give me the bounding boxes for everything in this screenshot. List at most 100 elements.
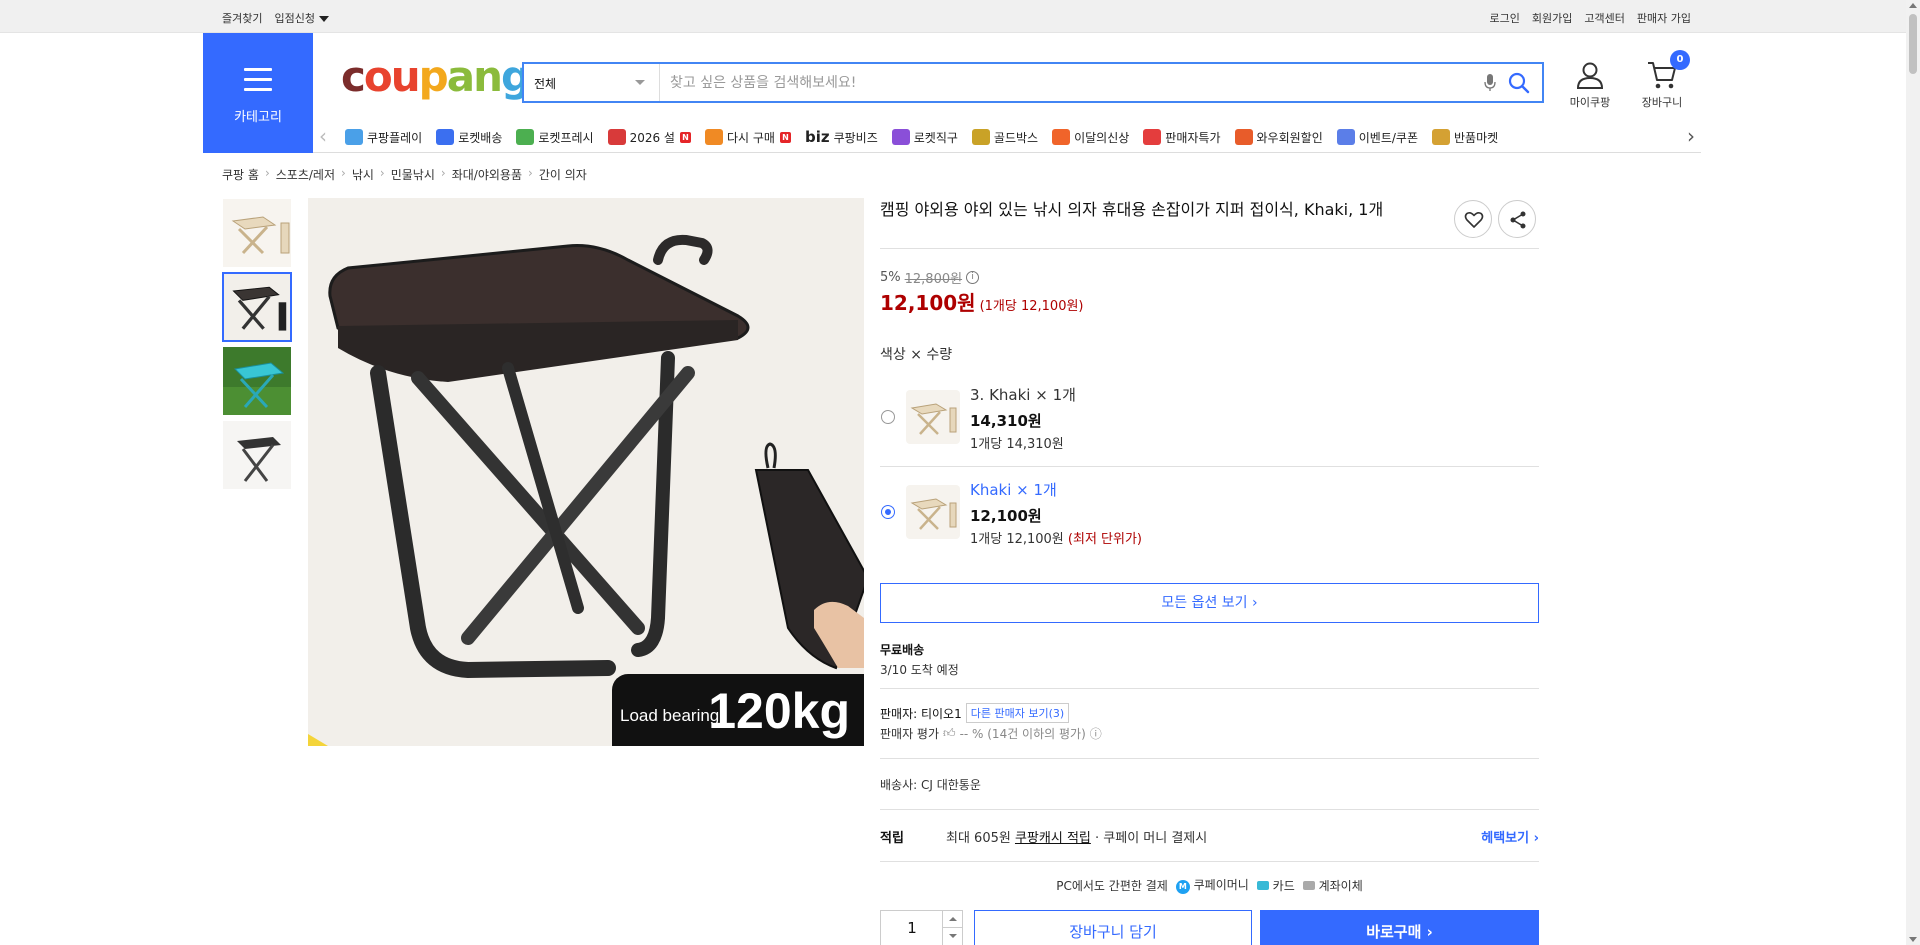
load-bearing-label: Load bearing <box>620 706 720 725</box>
hamburger-icon <box>244 68 272 91</box>
share-icon <box>1510 211 1526 229</box>
breadcrumb-item[interactable]: 간이 의자 <box>539 166 587 183</box>
subnav-item[interactable]: 로켓프레시 <box>516 128 594 146</box>
subnav-item[interactable]: 이달의신상 <box>1052 128 1129 146</box>
coupang-cash-link[interactable]: 쿠팡캐시 적립 <box>1015 831 1091 846</box>
search-icon[interactable] <box>1508 72 1530 94</box>
subnav-item[interactable]: 쿠팡플레이 <box>345 128 422 146</box>
subnav-item[interactable]: 와우회원할인 <box>1234 128 1323 146</box>
breadcrumb-item[interactable]: 쿠팡 홈 <box>222 166 259 183</box>
search-bar: 전체 <box>522 62 1544 103</box>
subnav-label: 로켓직구 <box>913 130 958 145</box>
view-all-options-button[interactable]: 모든 옵션 보기 › <box>880 583 1539 623</box>
folding-stool-blue-image <box>223 347 291 415</box>
subnav-item[interactable]: 2026 설 N <box>607 128 691 146</box>
chevron-down-icon <box>635 80 645 85</box>
option-item-selected[interactable]: Khaki × 1개 12,100원 1개당 12,100원 (최저 단위가) <box>880 471 1539 561</box>
search-input[interactable] <box>670 72 1470 94</box>
quantity-value[interactable]: 1 <box>881 919 943 937</box>
subnav-icon <box>1432 129 1450 145</box>
option-name: Khaki × 1개 <box>970 481 1057 499</box>
breadcrumb-item[interactable]: 민물낚시 <box>391 166 435 183</box>
subnav-item[interactable]: 골드박스 <box>971 128 1038 146</box>
image-thumbnails <box>222 198 294 494</box>
heart-icon <box>1464 212 1484 228</box>
divider <box>880 861 1539 862</box>
payment-title: PC에서도 간편한 결제 <box>1056 878 1168 893</box>
subnav-label: 2026 설 <box>629 130 675 145</box>
favorites-link[interactable]: 즐겨찾기 <box>222 10 262 26</box>
scroll-down-arrow[interactable] <box>1909 937 1917 942</box>
load-bearing-value: 120kg <box>708 683 850 739</box>
payment-methods: PC에서도 간편한 결제 M 쿠페이머니 카드 계좌이체 <box>880 876 1539 894</box>
folding-stool-khaki-image <box>223 199 291 267</box>
add-to-cart-button[interactable]: 장바구니 담기 <box>974 910 1252 945</box>
breadcrumb-item[interactable]: 낚시 <box>352 166 374 183</box>
category-menu-button[interactable]: 카테고리 <box>203 33 313 153</box>
bank-icon <box>1302 880 1315 890</box>
search-category-select[interactable]: 전체 <box>524 64 660 101</box>
subnav-item[interactable]: 다시 구매 N <box>704 128 791 146</box>
login-link[interactable]: 로그인 <box>1490 10 1520 26</box>
breadcrumb-item[interactable]: 스포츠/레저 <box>276 166 335 183</box>
subnav-label: 이벤트/쿠폰 <box>1358 130 1418 145</box>
breadcrumb-item[interactable]: 좌대/야외용품 <box>452 166 522 183</box>
support-link[interactable]: 고객센터 <box>1584 10 1624 26</box>
cart-button[interactable]: 장바구니 0 <box>1632 50 1692 110</box>
subnav-item[interactable]: biz 쿠팡비즈 <box>805 128 878 146</box>
page-scrollbar[interactable] <box>1906 0 1920 945</box>
option-radio-selected[interactable] <box>881 505 895 519</box>
subnav-item[interactable]: 로켓배송 <box>436 128 502 146</box>
divider <box>880 688 1539 689</box>
seller-name[interactable]: 판매자: 티이오1 <box>880 705 962 722</box>
chevron-right-icon[interactable]: › <box>1687 126 1695 146</box>
benefit-link[interactable]: 헤택보기 › <box>1481 827 1539 846</box>
info-icon[interactable]: i <box>966 271 980 284</box>
wishlist-button[interactable] <box>1454 200 1492 238</box>
option-thumbnail <box>906 390 960 444</box>
thumbnail-khaki[interactable] <box>222 198 292 268</box>
seller-join-link[interactable]: 판매자 가입 <box>1637 10 1691 26</box>
signup-link[interactable]: 회원가입 <box>1532 10 1572 26</box>
thumbnail-black-plain[interactable] <box>222 420 292 490</box>
seller-rating-label: 판매자 평가 <box>880 727 940 741</box>
subnav-label: 로켓배송 <box>458 130 503 145</box>
microphone-icon[interactable] <box>1484 74 1496 92</box>
quantity-decrease-button[interactable] <box>942 928 962 945</box>
thumbnail-blue-grass[interactable] <box>222 346 292 416</box>
cart-label: 장바구니 <box>1641 96 1683 109</box>
option-radio[interactable] <box>881 410 895 424</box>
subnav-icon <box>607 129 626 145</box>
option-per-unit: 1개당 12,100원 (최저 단위가) <box>970 532 1142 547</box>
thumbnail-black[interactable] <box>222 272 292 342</box>
partner-apply-link[interactable]: 입점신청 <box>274 10 329 26</box>
divider <box>880 758 1539 759</box>
scroll-up-arrow[interactable] <box>1909 3 1917 8</box>
subnav-item[interactable]: 반품마켓 <box>1432 128 1498 146</box>
bank-transfer: 계좌이체 <box>1302 877 1363 894</box>
unit-price: (1개당 12,100원) <box>979 299 1084 314</box>
quantity-stepper[interactable]: 1 <box>880 910 963 945</box>
product-main-image[interactable]: Load bearing 120kg <box>308 198 864 746</box>
share-button[interactable] <box>1498 200 1536 238</box>
chevron-right-icon: › <box>341 166 346 180</box>
chevron-right-icon: › <box>528 166 533 180</box>
subnav-label: 반품마켓 <box>1454 130 1499 145</box>
other-sellers-button[interactable]: 다른 판매자 보기(3) <box>965 703 1070 723</box>
coupay-money: M 쿠페이머니 <box>1175 876 1249 894</box>
chevron-left-icon[interactable]: ‹ <box>319 126 327 146</box>
coupang-logo[interactable]: coupang <box>341 55 531 99</box>
seller-rating-value: -- % (14건 이하의 평가) <box>959 727 1086 741</box>
subnav-item[interactable]: 판매자특가 <box>1143 128 1221 146</box>
card-icon <box>1256 880 1269 890</box>
scroll-thumb[interactable] <box>1909 14 1917 74</box>
subnav-item[interactable]: 이벤트/쿠폰 <box>1336 128 1418 146</box>
quantity-increase-button[interactable] <box>942 911 962 928</box>
option-price: 12,100원 <box>970 507 1042 525</box>
buy-now-button[interactable]: 바로구매 › <box>1260 910 1539 945</box>
subnav-item[interactable]: 로켓직구 <box>891 128 958 146</box>
info-icon[interactable]: ⓘ <box>1090 725 1102 742</box>
option-item[interactable]: 3. Khaki × 1개 14,310원 1개당 14,310원 <box>880 376 1539 466</box>
mypage-button[interactable]: 마이쿠팡 <box>1560 60 1620 110</box>
option-label: 색상 × 수량 <box>880 347 953 363</box>
